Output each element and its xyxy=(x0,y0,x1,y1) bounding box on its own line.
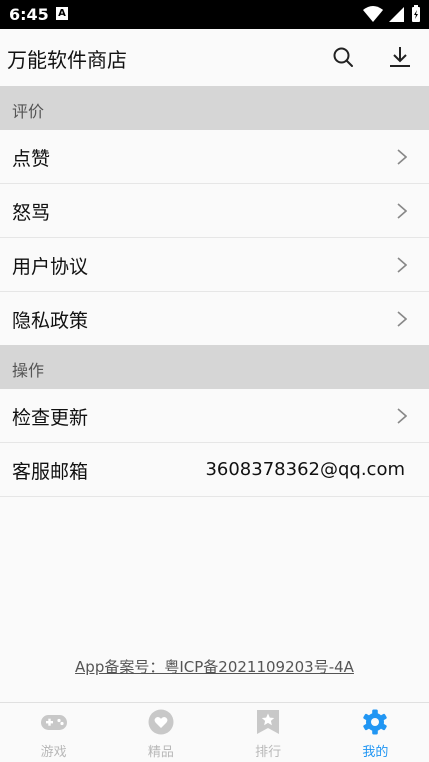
battery-icon xyxy=(412,5,420,22)
nav-item-ranking[interactable]: 排行 xyxy=(215,703,322,762)
wifi-icon xyxy=(363,6,383,22)
signal-icon xyxy=(389,7,404,22)
list-item-label: 客服邮箱 xyxy=(12,461,89,483)
nav-item-mine[interactable]: 我的 xyxy=(322,703,429,762)
section-title: 评价 xyxy=(12,102,45,121)
icp-record-link[interactable]: App备案号：粤ICP备2021109203号-4A xyxy=(75,658,354,676)
gear-icon xyxy=(363,709,388,735)
bottom-nav: 游戏 精品 排行 我的 xyxy=(0,702,429,762)
list-item-label: 点赞 xyxy=(12,148,51,170)
list-item-user-agreement[interactable]: 用户协议 xyxy=(0,238,429,292)
chevron-right-icon xyxy=(397,311,407,327)
section-header-review: 评价 xyxy=(0,86,429,130)
list-item-scold[interactable]: 怒骂 xyxy=(0,184,429,238)
app-title: 万能软件商店 xyxy=(7,48,127,72)
gamepad-icon xyxy=(40,715,67,730)
download-icon[interactable] xyxy=(388,45,412,69)
list-item-support-email[interactable]: 客服邮箱 3608378362@qq.com xyxy=(0,443,429,497)
nav-label: 排行 xyxy=(255,745,282,760)
app-bar: 万能软件商店 xyxy=(0,29,429,86)
list-item-check-update[interactable]: 检查更新 xyxy=(0,389,429,443)
list-item-label: 用户协议 xyxy=(12,256,89,278)
list-item-like[interactable]: 点赞 xyxy=(0,130,429,184)
section-header-operations: 操作 xyxy=(0,345,429,389)
nav-item-games[interactable]: 游戏 xyxy=(0,703,107,762)
nav-label: 游戏 xyxy=(40,745,67,760)
list-item-label: 隐私政策 xyxy=(12,310,89,332)
section-title: 操作 xyxy=(12,361,45,380)
chevron-right-icon xyxy=(397,408,407,424)
chevron-right-icon xyxy=(397,257,407,273)
system-icons xyxy=(363,5,421,23)
search-icon[interactable] xyxy=(331,45,355,69)
list-item-privacy-policy[interactable]: 隐私政策 xyxy=(0,292,429,346)
icp-record[interactable]: App备案号：粤ICP备2021109203号-4A xyxy=(0,656,429,677)
nav-label: 精品 xyxy=(147,745,174,760)
chevron-right-icon xyxy=(397,203,407,219)
support-email-value: 3608378362@qq.com xyxy=(205,459,405,480)
ranking-icon xyxy=(257,710,280,734)
notification-a-icon: A xyxy=(56,7,68,20)
heart-icon xyxy=(148,709,174,735)
chevron-right-icon xyxy=(397,149,407,165)
list-item-label: 怒骂 xyxy=(12,202,51,224)
list-item-label: 检查更新 xyxy=(12,407,89,429)
status-bar: 6:45 A xyxy=(0,0,429,29)
nav-label: 我的 xyxy=(362,745,389,760)
nav-item-featured[interactable]: 精品 xyxy=(107,703,214,762)
status-time: 6:45 xyxy=(9,5,49,24)
